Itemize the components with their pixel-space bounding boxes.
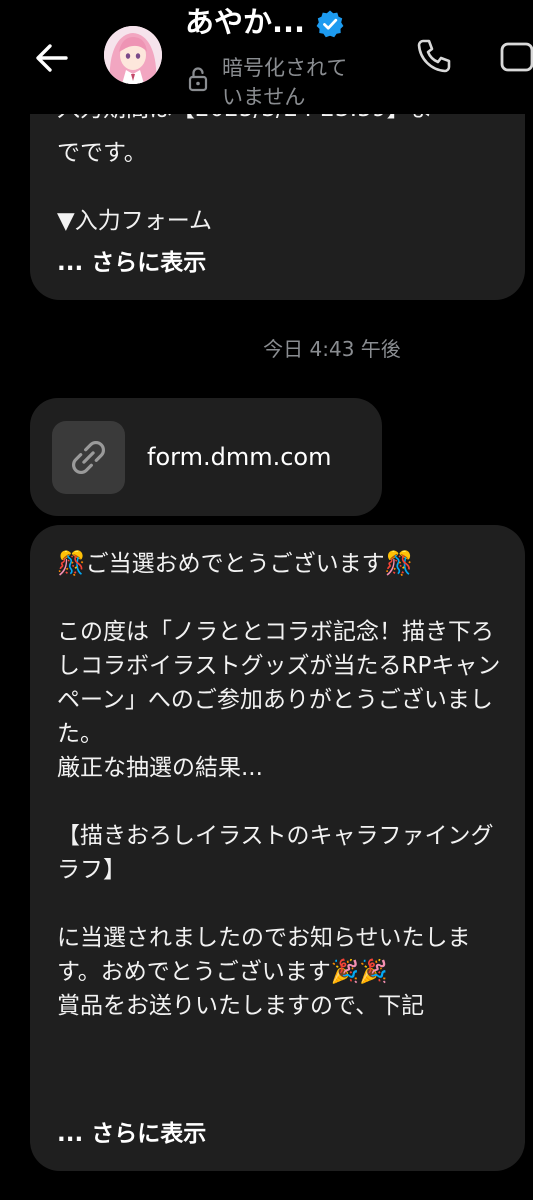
back-button[interactable]	[30, 36, 74, 80]
message-bubble-main[interactable]: 🎊ご当選おめでとうございます🎊 この度は「ノラととコラボ記念！描き下ろしコラボイ…	[30, 525, 525, 1171]
link-url[interactable]: form.dmm.com	[147, 440, 331, 474]
see-more-link[interactable]: ... さらに表示	[57, 1117, 206, 1151]
video-call-button[interactable]	[498, 40, 533, 74]
chat-header: あやか... 暗号化されていません	[0, 0, 533, 114]
phone-icon	[417, 39, 451, 73]
see-more-link[interactable]: ... さらに表示	[57, 246, 206, 280]
link-icon	[71, 440, 106, 475]
lock-open-icon	[188, 67, 208, 92]
message-text: 🎊ご当選おめでとうございます🎊 この度は「ノラととコラボ記念！描き下ろしコラボイ…	[57, 551, 501, 1019]
video-camera-icon	[500, 42, 533, 72]
message-timestamp: 今日 4:43 午後	[263, 337, 401, 361]
encryption-status: 暗号化されていません	[222, 56, 348, 109]
contact-name[interactable]: あやか...	[185, 2, 305, 42]
link-card[interactable]: form.dmm.com	[30, 398, 382, 516]
verified-badge-icon	[316, 10, 344, 38]
back-arrow-icon	[36, 44, 68, 72]
message-text: でです。 ▼入力フォーム	[57, 140, 212, 234]
call-button[interactable]	[414, 36, 454, 76]
link-icon-container	[52, 421, 125, 494]
avatar-image	[104, 26, 162, 84]
avatar[interactable]	[104, 26, 162, 84]
